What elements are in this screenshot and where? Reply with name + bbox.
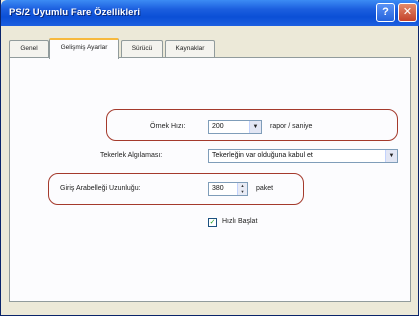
help-icon: ?	[382, 6, 389, 18]
close-icon: ✕	[402, 6, 413, 18]
tab-general-label: Genel	[20, 45, 38, 52]
tab-driver-label: Sürücü	[131, 45, 153, 52]
window-title: PS/2 Uyumlu Fare Özellikleri	[9, 7, 141, 18]
wheel-detection-label: Tekerlek Algılaması:	[100, 152, 163, 159]
title-bar[interactable]: PS/2 Uyumlu Fare Özellikleri ? ✕	[1, 0, 419, 26]
tab-resources-label: Kaynaklar	[175, 45, 205, 52]
help-button[interactable]: ?	[376, 3, 395, 22]
tab-resources[interactable]: Kaynaklar	[165, 40, 215, 57]
wheel-detection-select[interactable]: Tekerleğin var olduğuna kabul et ▼	[208, 149, 398, 163]
chevron-down-icon[interactable]: ▼	[385, 150, 397, 162]
advanced-settings-panel: Örnek Hızı: 200 ▼ rapor / saniye Tekerle…	[9, 57, 411, 302]
close-button[interactable]: ✕	[398, 3, 417, 22]
tab-general[interactable]: Genel	[9, 40, 49, 57]
tab-advanced-settings-label: Gelişmiş Ayarlar	[60, 44, 108, 51]
tab-advanced-settings[interactable]: Gelişmiş Ayarlar	[49, 38, 119, 59]
sample-rate-highlight	[106, 109, 398, 141]
tab-driver[interactable]: Sürücü	[121, 40, 163, 57]
fast-init-label[interactable]: Hızlı Başlat	[222, 218, 257, 225]
checkmark-icon: ✓	[209, 219, 216, 226]
input-buffer-highlight	[48, 173, 304, 205]
fast-init-checkbox[interactable]: ✓	[208, 218, 217, 227]
wheel-detection-value: Tekerleğin var olduğuna kabul et	[212, 152, 313, 159]
properties-dialog: PS/2 Uyumlu Fare Özellikleri ? ✕ Genel G…	[0, 0, 419, 316]
